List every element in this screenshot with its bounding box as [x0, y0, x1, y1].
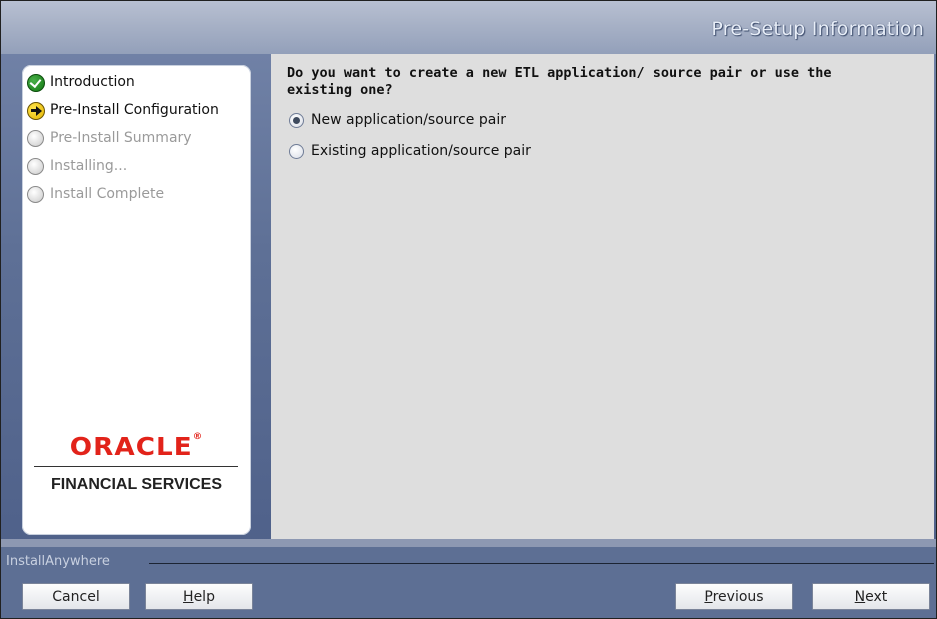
installanywhere-label: InstallAnywhere [6, 554, 110, 569]
check-circle-icon [27, 73, 45, 92]
empty-circle-icon [27, 129, 45, 147]
arrow-circle-icon [27, 101, 45, 120]
radio-button[interactable] [289, 143, 304, 159]
step-introduction: Introduction [27, 68, 219, 96]
button-label: Previous [704, 588, 764, 605]
option-label: New application/source pair [311, 112, 506, 128]
steps-panel: Introduction Pre-Install Configuration P… [22, 65, 251, 535]
step-pre-install-configuration: Pre-Install Configuration [27, 96, 219, 124]
header-bar: Pre-Setup Information [1, 1, 936, 54]
radio-button-selected[interactable] [289, 112, 304, 128]
step-label: Introduction [50, 74, 135, 90]
step-label: Install Complete [50, 186, 165, 202]
option-existing-pair[interactable]: Existing application/source pair [289, 141, 531, 161]
installer-window: Pre-Setup Information Introduction Pre-I… [0, 0, 937, 619]
content-panel: Do you want to create a new ETL applicat… [271, 54, 934, 539]
empty-circle-icon [27, 185, 45, 203]
previous-button[interactable]: Previous [675, 583, 793, 610]
logo-divider [34, 466, 238, 467]
step-label: Installing... [50, 158, 128, 174]
next-button[interactable]: Next [812, 583, 930, 610]
step-label: Pre-Install Summary [50, 130, 192, 146]
cancel-button[interactable]: Cancel [22, 583, 130, 610]
main-area: Introduction Pre-Install Configuration P… [1, 54, 936, 547]
step-pre-install-summary: Pre-Install Summary [27, 124, 219, 152]
step-install-complete: Install Complete [27, 180, 219, 208]
logo-subtitle: FINANCIAL SERVICES [51, 476, 222, 493]
button-label: Next [854, 588, 888, 605]
step-label: Pre-Install Configuration [50, 102, 219, 118]
footer-divider [149, 563, 934, 564]
footer-bar: InstallAnywhere Cancel Help Previous Nex… [1, 547, 936, 618]
empty-circle-icon [27, 157, 45, 175]
button-label: Cancel [52, 588, 100, 605]
oracle-logo: ORACLE® [22, 432, 251, 461]
option-new-pair[interactable]: New application/source pair [289, 110, 506, 130]
button-label: Help [183, 588, 215, 605]
oracle-wordmark: ORACLE® [69, 432, 204, 461]
help-button[interactable]: Help [145, 583, 253, 610]
page-title: Pre-Setup Information [711, 18, 924, 40]
question-text: Do you want to create a new ETL applicat… [287, 65, 832, 98]
step-installing: Installing... [27, 152, 219, 180]
steps-list: Introduction Pre-Install Configuration P… [27, 68, 219, 208]
option-label: Existing application/source pair [311, 143, 531, 159]
